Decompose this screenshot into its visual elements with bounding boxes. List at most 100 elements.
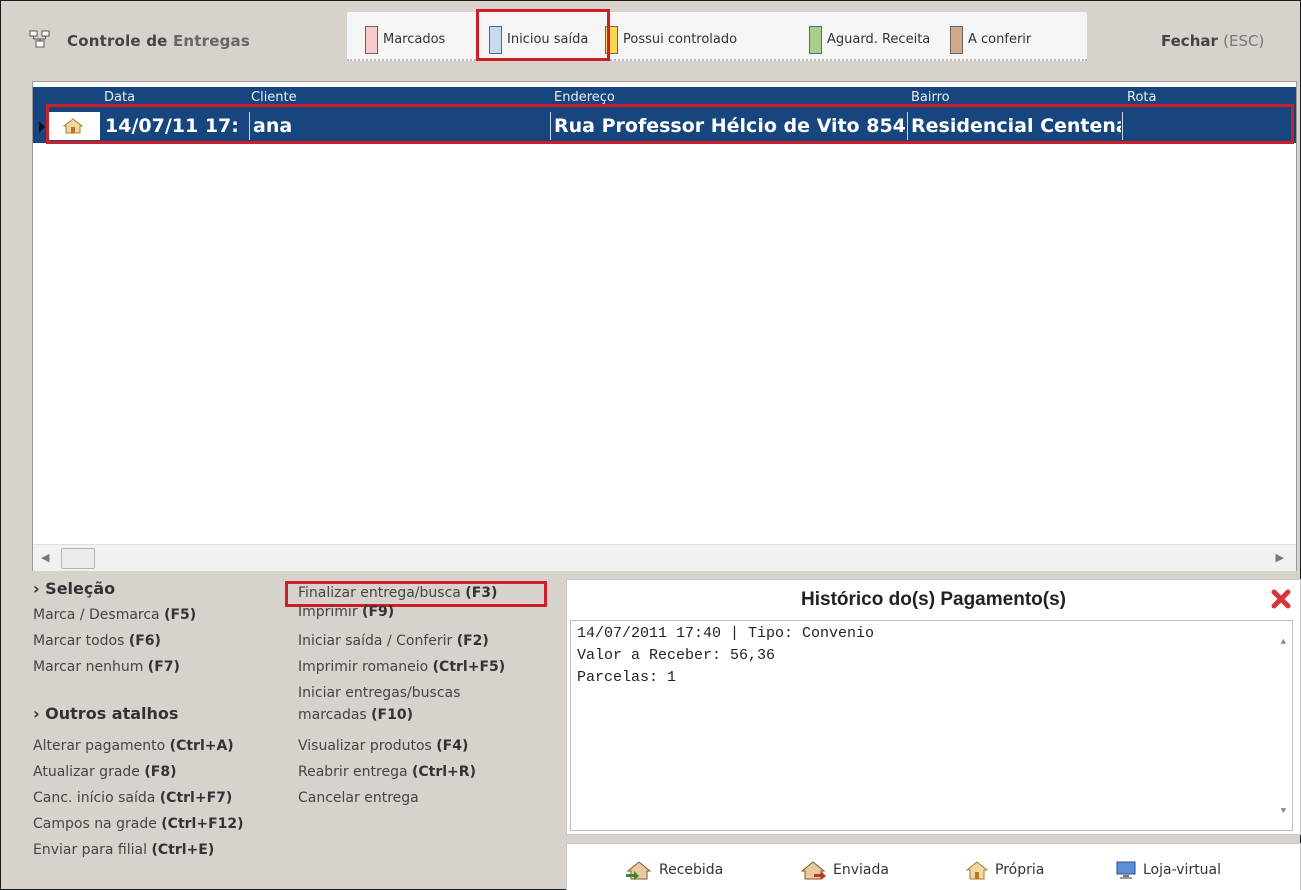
shortcut-key: (Ctrl+A): [169, 738, 234, 754]
column-header-cliente[interactable]: Cliente: [251, 90, 297, 105]
shortcut-key: (F5): [164, 607, 197, 623]
shortcut-label: Imprimir romaneio: [298, 659, 433, 675]
horizontal-scrollbar[interactable]: ◀ ▶: [33, 544, 1296, 571]
shortcut-key: (F6): [128, 633, 161, 649]
payment-history-header: Histórico do(s) Pagamento(s): [567, 580, 1300, 618]
history-line: Valor a Receber: 56,36: [577, 647, 776, 664]
page-title-part2: Entregas: [172, 32, 251, 50]
main-window: Controle de Entregas Marcados Iniciou sa…: [0, 0, 1301, 890]
highlight-selected-row: [46, 104, 1294, 144]
page-title: Controle de Entregas: [67, 32, 250, 50]
column-header-endereco[interactable]: Endereço: [554, 90, 615, 105]
house-sent-icon: [800, 861, 826, 880]
shortcut-label: Imprimir: [298, 604, 363, 620]
delivery-network-icon: [29, 30, 50, 48]
legend-swatch: [809, 26, 822, 54]
column-header-rota[interactable]: Rota: [1127, 90, 1156, 105]
legend-label: Loja-virtual: [1143, 862, 1222, 878]
shortcut-alterar-pagamento[interactable]: Alterar pagamento (Ctrl+A): [33, 738, 234, 754]
close-shortcut: (ESC): [1223, 32, 1265, 50]
action-iniciar-entregas-cont[interactable]: marcadas (F10): [298, 707, 413, 723]
legend-marcados: Marcados: [365, 26, 445, 54]
legend-recebida: Recebida: [625, 860, 723, 880]
shortcut-label: Iniciar saída / Conferir: [298, 633, 457, 649]
shortcut-key: (Ctrl+E): [151, 842, 215, 858]
action-imprimir[interactable]: Imprimir (F9): [298, 604, 394, 620]
scroll-left-icon[interactable]: ◀: [41, 551, 49, 564]
legend-propria: Própria: [965, 860, 1044, 880]
legend-loja-virtual: Loja-virtual: [1115, 860, 1221, 880]
legend-swatch: [365, 26, 378, 54]
shortcut-atualizar-grade[interactable]: Atualizar grade (F8): [33, 764, 176, 780]
legend-label: Possui controlado: [623, 32, 738, 47]
legend-aguard-receita: Aguard. Receita: [809, 26, 930, 54]
payment-history-panel: Histórico do(s) Pagamento(s) 14/07/2011 …: [566, 579, 1301, 835]
header: Controle de Entregas Marcados Iniciou sa…: [1, 1, 1300, 71]
section-title-outros-atalhos: › Outros atalhos: [33, 704, 179, 723]
legend-label: Própria: [995, 862, 1045, 878]
history-line: 14/07/2011 17:40 | Tipo: Convenio: [577, 625, 875, 642]
legend-label: Recebida: [659, 862, 724, 878]
column-header-bairro[interactable]: Bairro: [911, 90, 950, 105]
history-line: Parcelas: 1: [577, 669, 677, 686]
action-iniciar-entregas[interactable]: Iniciar entregas/buscas: [298, 685, 460, 701]
action-cancelar-entrega[interactable]: Cancelar entrega: [298, 790, 419, 806]
scroll-down-icon[interactable]: ▼: [1281, 800, 1286, 822]
action-visualizar-produtos[interactable]: Visualizar produtos (F4): [298, 738, 468, 754]
close-button[interactable]: Fechar (ESC): [1161, 32, 1264, 50]
shortcut-key: (F10): [371, 707, 413, 723]
legend-label: A conferir: [968, 32, 1032, 47]
shortcut-label: Cancelar entrega: [298, 790, 419, 806]
house-own-icon: [965, 861, 989, 880]
highlight-iniciou-saida: [476, 9, 610, 61]
shortcut-key: (F8): [144, 764, 177, 780]
shortcut-marca-desmarca[interactable]: Marca / Desmarca (F5): [33, 607, 196, 623]
shortcut-key: (F2): [456, 633, 489, 649]
shortcut-key: (Ctrl+F5): [432, 659, 506, 675]
status-legend: Marcados Iniciou saída Possui controlado…: [347, 12, 1087, 61]
payment-history-text[interactable]: 14/07/2011 17:40 | Tipo: Convenio Valor …: [570, 620, 1293, 831]
legend-swatch: [950, 26, 963, 54]
monitor-icon: [1116, 861, 1136, 879]
legend-label: Marcados: [383, 32, 446, 47]
shortcut-marcar-nenhum[interactable]: Marcar nenhum (F7): [33, 659, 180, 675]
scroll-right-icon[interactable]: ▶: [1276, 551, 1284, 564]
shortcut-key: (Ctrl+R): [411, 764, 476, 780]
shortcut-label: Alterar pagamento: [33, 738, 170, 754]
shortcut-label: Visualizar produtos: [298, 738, 437, 754]
action-iniciar-saida[interactable]: Iniciar saída / Conferir (F2): [298, 633, 489, 649]
shortcut-label: Marcar nenhum: [33, 659, 148, 675]
legend-enviada: Enviada: [799, 860, 889, 880]
shortcut-key: (F4): [436, 738, 469, 754]
shortcut-label: marcadas: [298, 707, 372, 723]
deliveries-grid[interactable]: Data Cliente Endereço Bairro Rota 14/07/…: [32, 81, 1297, 571]
scroll-thumb[interactable]: [61, 548, 95, 569]
shortcut-key: (Ctrl+F12): [161, 816, 244, 832]
shortcut-key: (F9): [362, 604, 395, 620]
shortcut-campos-na-grade[interactable]: Campos na grade (Ctrl+F12): [33, 816, 244, 832]
legend-label: Aguard. Receita: [827, 32, 931, 47]
legend-possui-controlado: Possui controlado: [605, 26, 737, 54]
shortcut-canc-inicio-saida[interactable]: Canc. início saída (Ctrl+F7): [33, 790, 232, 806]
legend-label: Enviada: [833, 862, 889, 878]
shortcut-marcar-todos[interactable]: Marcar todos (F6): [33, 633, 161, 649]
action-imprimir-romaneio[interactable]: Imprimir romaneio (Ctrl+F5): [298, 659, 505, 675]
close-icon[interactable]: [1270, 588, 1292, 610]
shortcut-label: Iniciar entregas/buscas: [298, 685, 461, 701]
shortcut-enviar-para-filial[interactable]: Enviar para filial (Ctrl+E): [33, 842, 214, 858]
row-indicator-icon: [39, 121, 45, 133]
action-reabrir-entrega[interactable]: Reabrir entrega (Ctrl+R): [298, 764, 476, 780]
shortcut-label: Marca / Desmarca: [33, 607, 165, 623]
section-title-selecao: › Seleção: [33, 579, 116, 598]
legend-a-conferir: A conferir: [950, 26, 1031, 54]
column-header-data[interactable]: Data: [104, 90, 135, 105]
shortcut-label: Reabrir entrega: [298, 764, 412, 780]
shortcut-label: Campos na grade: [33, 816, 162, 832]
shortcut-label: Canc. início saída: [33, 790, 160, 806]
shortcut-label: Enviar para filial: [33, 842, 152, 858]
shortcut-key: (F7): [147, 659, 180, 675]
delivery-type-legend: Recebida Enviada Própria Loja-virtual: [566, 843, 1301, 890]
house-received-icon: [626, 861, 652, 880]
scroll-up-icon[interactable]: ▲: [1281, 631, 1286, 653]
payment-history-title: Histórico do(s) Pagamento(s): [801, 589, 1066, 610]
